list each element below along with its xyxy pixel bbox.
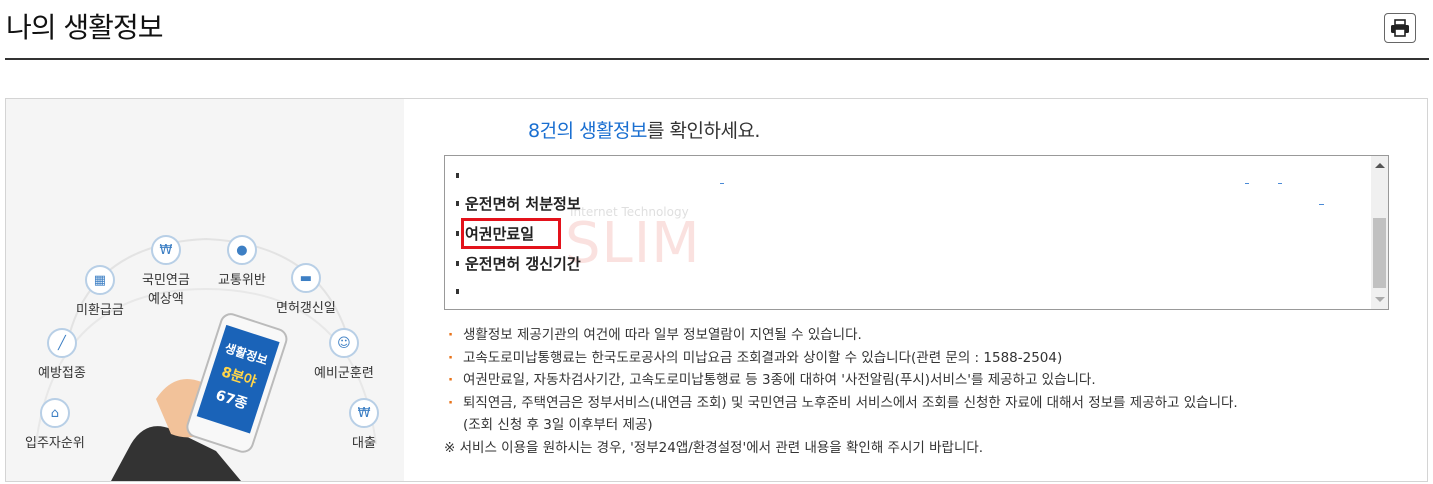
illustration-area: 생활정보 8분야 67종 ▦ 미환급금 ₩ 국민연금 예상액 ● 교통위반 ▬ 면… [6, 99, 404, 481]
scrollbar[interactable] [1371, 156, 1388, 309]
list-item-license-penalty[interactable]: 운전면허 처분정보 [456, 193, 581, 214]
headline: 8건의 생활정보를 확인하세요. [528, 116, 760, 143]
partial-line [720, 183, 724, 184]
footer-note: ※ 서비스 이용을 원하시는 경우, '정부24앱/환경설정'에서 관련 내용을… [444, 439, 984, 456]
printer-icon [1391, 19, 1409, 37]
headline-suffix: 를 확인하세요. [647, 120, 760, 142]
service-label: 미환급금 [76, 303, 124, 318]
calculator-icon: ▦ [84, 265, 115, 295]
service-housing: ⌂ 입주자순위 [25, 398, 85, 451]
service-vaccine: ╱ 예방접종 [38, 328, 86, 381]
service-label: 입주자순위 [25, 436, 85, 451]
title-divider [5, 58, 1429, 60]
scroll-up-icon[interactable] [1375, 163, 1385, 168]
life-info-panel: 생활정보 8분야 67종 ▦ 미환급금 ₩ 국민연금 예상액 ● 교통위반 ▬ 면… [5, 98, 1428, 482]
service-loan: ₩ 대출 [349, 398, 379, 451]
list-item-license-renewal[interactable]: 운전면허 갱신기간 [456, 253, 581, 274]
scroll-down-icon[interactable] [1375, 297, 1385, 302]
partial-line [1319, 204, 1324, 205]
car-icon: ▬ [290, 263, 321, 293]
note-item: 퇴직연금, 주택연금은 정부서비스(내연금 조회) 및 국민연금 노후준비 서비… [444, 392, 1238, 415]
service-refund: ▦ 미환급금 [76, 265, 124, 318]
service-license: ▬ 면허갱신일 [276, 263, 336, 316]
note-item: 생활정보 제공기관의 여건에 따라 일부 정보열람이 지연될 수 있습니다. [444, 324, 1238, 347]
note-continuation: (조회 신청 후 3일 이후부터 제공) [463, 417, 653, 433]
notes: 생활정보 제공기관의 여건에 따라 일부 정보열람이 지연될 수 있습니다. 고… [444, 324, 1238, 459]
highlight-box [461, 218, 561, 249]
print-button[interactable] [1384, 13, 1416, 43]
service-label: 대출 [352, 436, 376, 451]
service-label: 교통위반 [218, 273, 266, 288]
service-reserve: ☺ 예비군훈련 [314, 328, 374, 381]
soldier-icon: ☺ [328, 328, 359, 358]
service-label: 예비군훈련 [314, 366, 374, 381]
traffic-light-icon: ● [226, 235, 257, 265]
page-title: 나의 생활정보 [6, 11, 163, 44]
info-list[interactable]: Internet Technology SLIM 운전면허 처분정보 여권만료일… [444, 155, 1389, 310]
service-traffic: ● 교통위반 [218, 235, 266, 288]
service-label: 국민연금 예상액 [142, 273, 190, 307]
service-label: 예방접종 [38, 366, 86, 381]
service-label: 면허갱신일 [276, 301, 336, 316]
scroll-thumb[interactable] [1373, 218, 1386, 288]
partial-line [1245, 183, 1249, 184]
headline-count: 8건의 생활정보 [528, 120, 648, 142]
note-item: 고속도로미납통행료는 한국도로공사의 미납요금 조회결과와 상이할 수 있습니다… [444, 347, 1238, 370]
house-icon: ⌂ [39, 398, 70, 428]
syringe-icon: ╱ [46, 328, 77, 358]
watermark: SLIM [565, 211, 701, 276]
monitor-won-icon: ₩ [150, 235, 181, 265]
money-bag-icon: ₩ [349, 398, 379, 428]
service-pension: ₩ 국민연금 예상액 [142, 235, 190, 307]
note-item: 여권만료일, 자동차검사기간, 고속도로미납통행료 등 3종에 대하여 '사전알… [444, 369, 1238, 392]
partial-line [1278, 183, 1282, 184]
